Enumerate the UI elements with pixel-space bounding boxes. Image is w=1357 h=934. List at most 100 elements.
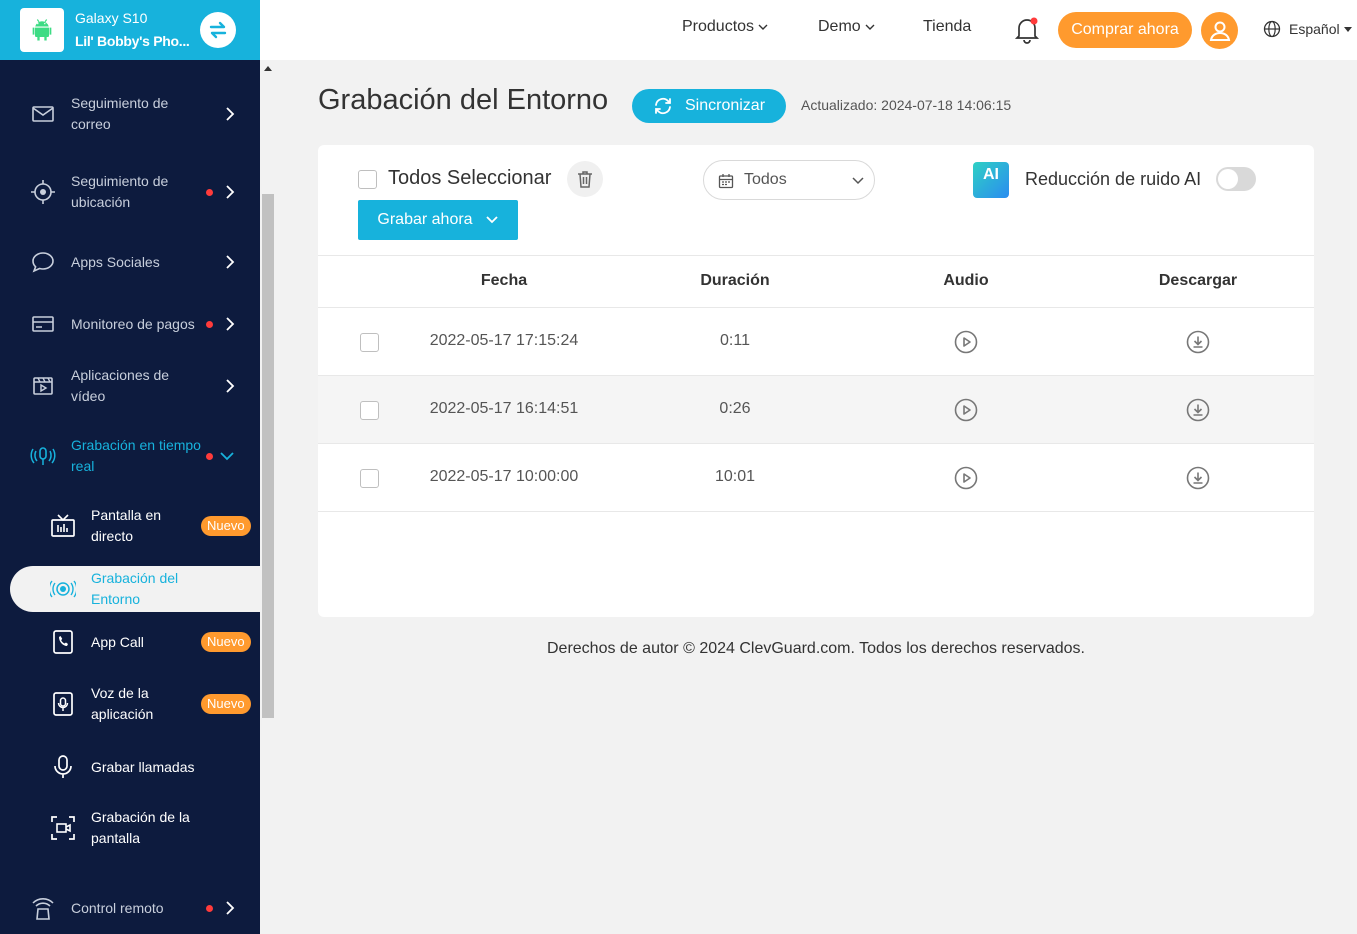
- device-model: Galaxy S10: [75, 10, 148, 26]
- language-selector[interactable]: Español: [1263, 20, 1352, 38]
- subitem-live-screen[interactable]: Pantalla en directo Nuevo: [0, 504, 260, 548]
- chevron-right-icon: [226, 901, 235, 915]
- chevron-down-icon: [865, 24, 875, 30]
- last-updated: Actualizado: 2024-07-18 14:06:15: [801, 97, 1012, 113]
- chevron-right-icon: [226, 379, 235, 393]
- trash-icon[interactable]: [567, 161, 603, 197]
- date-filter-select[interactable]: Todos: [703, 160, 875, 200]
- table-row: 2022-05-17 16:14:51 0:26: [318, 376, 1314, 444]
- user-avatar-icon[interactable]: [1201, 12, 1238, 49]
- sidebar-item-email[interactable]: Seguimiento de correo: [0, 92, 260, 136]
- header-date: Fecha: [480, 272, 528, 289]
- subitem-ambient-recording[interactable]: Grabación del Entorno: [10, 566, 260, 612]
- nav-demo[interactable]: Demo: [818, 18, 875, 36]
- chat-bubble-icon: [30, 249, 56, 275]
- ai-noise-reduction-toggle[interactable]: [1216, 167, 1256, 191]
- play-icon[interactable]: [954, 330, 978, 354]
- sidebar-item-location[interactable]: Seguimiento de ubicación: [0, 170, 260, 214]
- sidebar-item-label: Seguimiento de correo: [71, 95, 169, 132]
- row-checkbox[interactable]: [360, 469, 379, 488]
- nav-demo-label: Demo: [818, 18, 861, 35]
- chevron-right-icon: [226, 107, 235, 121]
- sync-label: Sincronizar: [684, 97, 766, 114]
- footer-copyright: Derechos de autor © 2024 ClevGuard.com. …: [547, 640, 1085, 657]
- calendar-icon: [718, 174, 734, 189]
- sidebar-item-label: Aplicaciones de vídeo: [71, 367, 170, 404]
- row-checkbox[interactable]: [360, 401, 379, 420]
- select-all-label[interactable]: Todos Seleccionar: [388, 167, 551, 190]
- ai-noise-reduction-label: Reducción de ruido AI: [1025, 169, 1202, 189]
- chevron-down-icon: [485, 216, 498, 224]
- subitem-label: Grabación de la pantalla: [91, 809, 190, 846]
- row-date: 2022-05-17 16:14:51: [429, 400, 579, 417]
- tv-icon: [50, 513, 76, 539]
- header-duration: Duración: [700, 272, 770, 289]
- android-icon: [20, 8, 64, 52]
- subitem-label: Grabación del Entorno: [91, 570, 179, 607]
- subitem-label: Grabar llamadas: [91, 758, 195, 775]
- ai-logo-icon: AI: [973, 162, 1009, 198]
- device-name: Lil' Bobby's Pho...: [75, 33, 190, 49]
- download-icon[interactable]: [1186, 466, 1210, 490]
- nav-products[interactable]: Productos: [682, 18, 768, 36]
- page-title: Grabación del Entorno: [318, 84, 609, 116]
- ambient-sound-icon: [50, 576, 76, 602]
- notification-dot: [206, 188, 213, 196]
- sidebar-item-label: Control remoto: [71, 899, 164, 916]
- new-badge: Nuevo: [201, 632, 251, 652]
- row-date: 2022-05-17 17:15:24: [429, 332, 579, 349]
- sync-button[interactable]: Sincronizar: [632, 89, 786, 123]
- globe-icon: [1263, 20, 1281, 38]
- app-mic-icon: [50, 691, 76, 717]
- language-label: Español: [1289, 21, 1340, 37]
- subitem-app-voice[interactable]: Voz de la aplicación Nuevo: [0, 682, 260, 726]
- subitem-record-calls[interactable]: Grabar llamadas: [0, 755, 260, 779]
- mail-icon: [30, 101, 56, 127]
- notification-dot: [206, 452, 213, 460]
- nav-store[interactable]: Tienda: [923, 18, 971, 36]
- header-audio: Audio: [943, 272, 989, 289]
- switch-device-icon[interactable]: [200, 12, 236, 48]
- sidebar-item-remote-control[interactable]: Control remoto: [0, 896, 260, 920]
- record-now-button[interactable]: Grabar ahora: [358, 200, 518, 240]
- sidebar-item-video-apps[interactable]: Aplicaciones de vídeo: [0, 364, 260, 408]
- sidebar-scrollbar-thumb[interactable]: [262, 194, 274, 718]
- row-duration: 0:11: [720, 332, 750, 349]
- microphone-icon: [50, 754, 76, 780]
- select-all-checkbox[interactable]: [358, 170, 377, 189]
- sidebar-item-realtime-recording[interactable]: Grabación en tiempo real: [0, 434, 260, 478]
- subitem-screen-recording[interactable]: Grabación de la pantalla: [0, 806, 260, 850]
- play-icon[interactable]: [954, 466, 978, 490]
- subitem-app-call[interactable]: App Call Nuevo: [0, 620, 260, 664]
- sidebar-item-label: Monitoreo de pagos: [71, 315, 195, 332]
- notification-dot: [206, 320, 213, 328]
- top-bar: Productos Demo Tienda: [260, 0, 1357, 60]
- subitem-label: App Call: [91, 633, 144, 650]
- screen-record-icon: [50, 815, 76, 841]
- chevron-down-icon: [852, 177, 864, 185]
- row-date: 2022-05-17 10:00:00: [429, 468, 579, 485]
- subitem-label: Voz de la aplicación: [91, 685, 154, 722]
- download-icon[interactable]: [1186, 330, 1210, 354]
- bell-icon[interactable]: [1014, 16, 1040, 44]
- sync-icon: [655, 97, 671, 115]
- card-icon: [30, 311, 56, 337]
- row-checkbox[interactable]: [360, 333, 379, 352]
- nav-products-label: Productos: [682, 18, 755, 35]
- live-mic-icon: [30, 443, 56, 469]
- header-download: Descargar: [1158, 272, 1238, 289]
- sidebar-item-social-apps[interactable]: Apps Sociales: [0, 240, 260, 284]
- buy-now-button[interactable]: Comprar ahora: [1058, 12, 1192, 48]
- remote-control-icon: [30, 895, 56, 921]
- download-icon[interactable]: [1186, 398, 1210, 422]
- row-duration: 10:01: [714, 468, 756, 485]
- video-icon: [30, 373, 56, 399]
- play-icon[interactable]: [954, 398, 978, 422]
- sidebar-item-label: Apps Sociales: [71, 253, 160, 270]
- subitem-label: Pantalla en directo: [91, 507, 162, 544]
- table-row: 2022-05-17 10:00:00 10:01: [318, 444, 1314, 512]
- scroll-up-arrow-icon[interactable]: [264, 66, 272, 71]
- recordings-card: Todos Seleccionar Grabar ahora Todos AI …: [318, 145, 1314, 617]
- chevron-right-icon: [226, 255, 235, 269]
- sidebar-item-payments[interactable]: Monitoreo de pagos: [0, 302, 260, 346]
